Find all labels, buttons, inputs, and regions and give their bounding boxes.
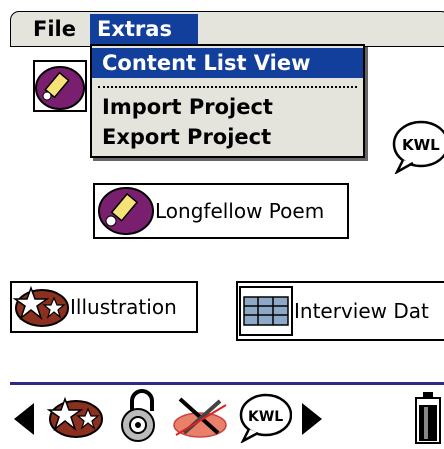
right-arrow-icon[interactable] [300, 401, 324, 441]
canvas-item-interview-data[interactable]: Interview Dat [236, 281, 444, 341]
kwl-icon-text: KWL [248, 409, 283, 425]
pencil-icon [98, 187, 154, 235]
pencil-icon [33, 60, 87, 112]
canvas-item-kwl[interactable]: KWL [389, 116, 444, 176]
left-arrow-icon[interactable] [12, 401, 36, 441]
kwl-icon[interactable]: KWL [236, 391, 293, 447]
crossed-tools-icon[interactable] [170, 393, 230, 447]
kwl-icon-text: KWL [402, 136, 440, 154]
canvas-item-illustration[interactable]: Illustration [10, 281, 198, 333]
menu-item-export-project[interactable]: Export Project [92, 122, 363, 152]
menu-file[interactable]: File [33, 14, 76, 44]
table-icon [239, 286, 293, 336]
menu-separator [98, 86, 357, 88]
menu-item-content-list-view[interactable]: Content List View [92, 48, 363, 78]
star-football-icon[interactable] [46, 395, 104, 445]
menubar: File Extras [0, 0, 444, 47]
item-label: Illustration [70, 295, 177, 319]
menu-item-import-project[interactable]: Import Project [92, 92, 363, 122]
item-label: Longfellow Poem [155, 199, 325, 223]
star-football-icon [12, 285, 69, 327]
canvas-item-pencil[interactable] [33, 58, 93, 114]
gear-lock-icon[interactable] [112, 389, 166, 447]
menu-extras[interactable]: Extras [90, 14, 198, 44]
item-label: Interview Dat [294, 299, 429, 323]
kwl-icon: KWL [392, 120, 444, 176]
canvas-item-longfellow-poem[interactable]: Longfellow Poem [93, 183, 349, 239]
extras-dropdown-menu: Content List View Import Project Export … [90, 44, 365, 158]
bottom-toolbar: KWL [0, 385, 444, 449]
battery-icon [414, 391, 442, 449]
